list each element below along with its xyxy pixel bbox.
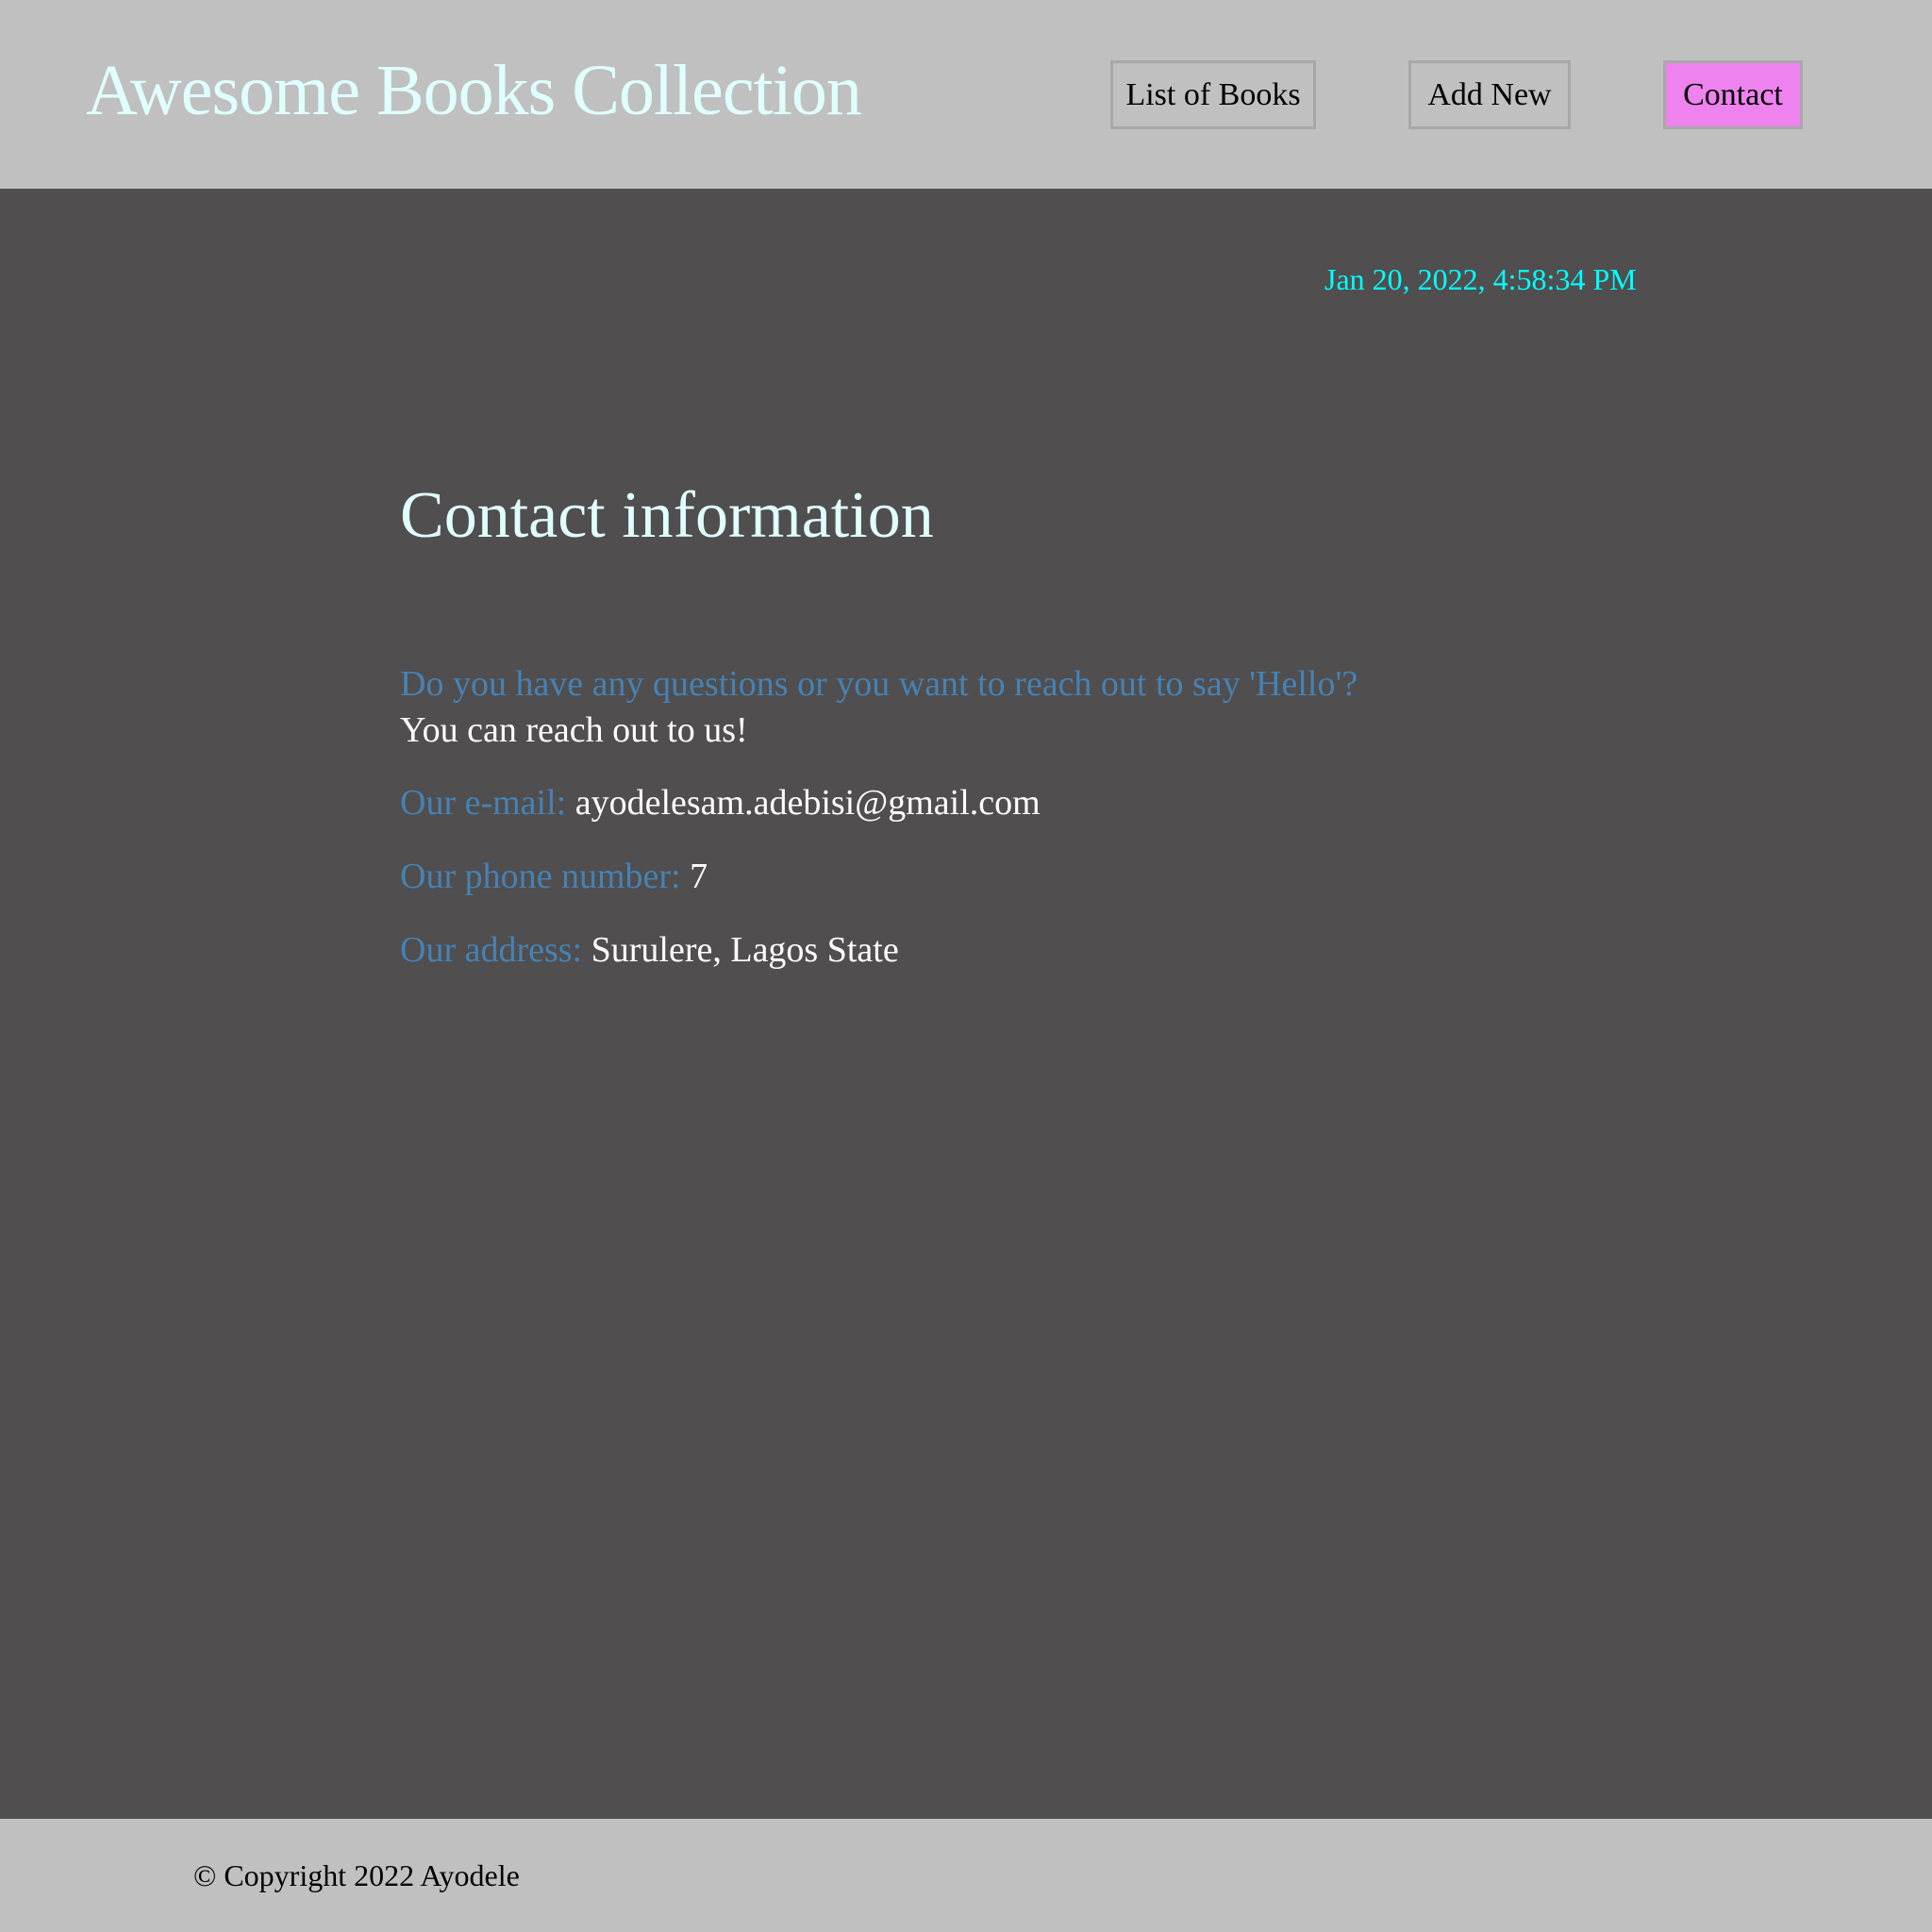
phone-value: 7 (690, 857, 708, 896)
phone-row: Our phone number: 7 (400, 856, 708, 899)
nav-add-new[interactable]: Add New (1408, 60, 1571, 129)
email-label: Our e-mail: (400, 783, 567, 823)
current-datetime: Jan 20, 2022, 4:58:34 PM (1324, 262, 1637, 296)
address-value: Surulere, Lagos State (591, 930, 899, 970)
address-row: Our address: Surulere, Lagos State (400, 929, 899, 973)
contact-question: Do you have any questions or you want to… (400, 664, 1358, 704)
email-value: ayodelesam.adebisi@gmail.com (575, 783, 1041, 823)
nav-contact[interactable]: Contact (1663, 60, 1803, 129)
contact-reach-out: You can reach out to us! (400, 710, 748, 750)
copyright-text: © Copyright 2022 Ayodele (193, 1858, 520, 1892)
page-title: Contact information (400, 479, 934, 552)
site-title: Awesome Books Collection (86, 51, 862, 130)
nav-list-of-books[interactable]: List of Books (1110, 60, 1316, 129)
footer: © Copyright 2022 Ayodele (0, 1819, 1932, 1932)
email-row: Our e-mail: ayodelesam.adebisi@gmail.com (400, 782, 1041, 825)
header: Awesome Books Collection List of Books A… (0, 0, 1932, 189)
address-label: Our address: (400, 930, 583, 970)
phone-label: Our phone number: (400, 857, 681, 896)
